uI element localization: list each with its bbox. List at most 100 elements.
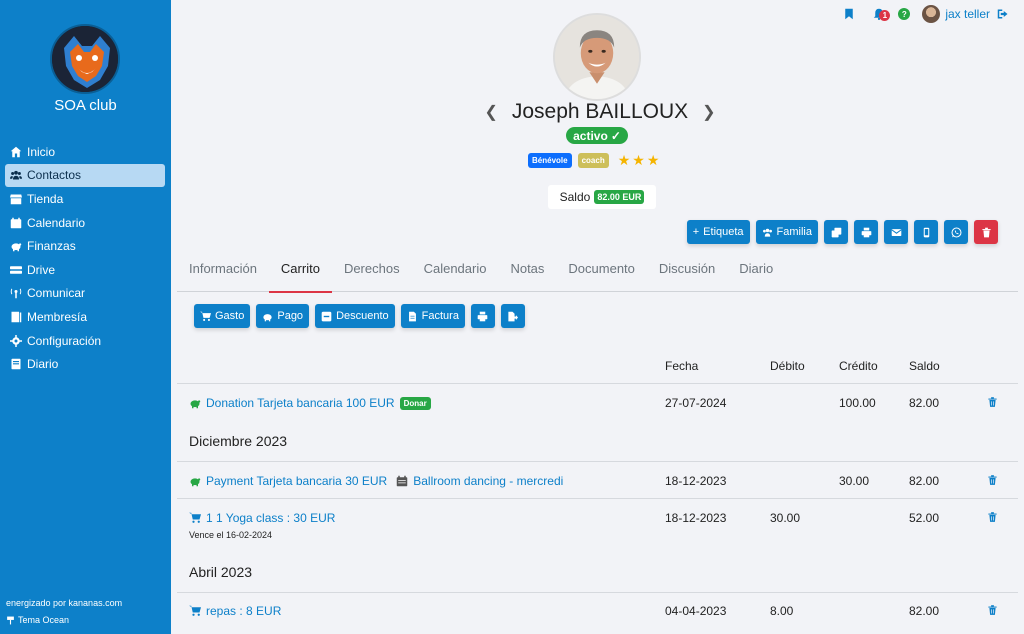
sidebar-item-drive[interactable]: Drive [5,258,165,282]
check-icon: ✓ [610,128,621,143]
logout-icon[interactable] [996,7,1010,21]
export-cart-button[interactable] [500,304,525,328]
star-icon: ★ [632,152,645,168]
family-button[interactable]: Familia [755,220,818,244]
envelope-icon [890,228,902,236]
store-icon [9,193,23,205]
tab-diario[interactable]: Diario [727,257,785,292]
sidebar-item-diario[interactable]: Diario [5,352,165,376]
sidebar-item-membresia[interactable]: Membresía [5,305,165,329]
row-description[interactable]: Payment Tarjeta bancaria 30 EUR Ballroom… [189,474,563,488]
sidebar-item-inicio[interactable]: Inicio [5,140,165,164]
gear-icon [9,334,23,347]
duplicate-button[interactable] [824,220,848,244]
header-fecha: Fecha [665,359,699,373]
add-payment-button[interactable]: Pago [256,304,310,328]
sidebar-item-calendario[interactable]: Calendario [5,211,165,235]
tab-calendario[interactable]: Calendario [412,257,499,292]
tab-informacion[interactable]: Información [177,257,269,292]
add-tag-label: Etiqueta [703,226,744,238]
trash-icon[interactable] [987,396,998,411]
sidebar: SOA club Inicio Contactos Tienda Calenda… [0,0,171,634]
sidebar-item-label: Contactos [27,168,82,183]
trash-icon[interactable] [987,474,998,489]
sidebar-item-finanzas[interactable]: Finanzas [5,234,165,258]
notification-count: 1 [879,10,891,21]
calendar-icon [9,217,23,229]
drive-icon [9,264,23,276]
status-label: activo [573,128,608,143]
row-date: 18-12-2023 [665,511,727,525]
print-cart-button[interactable] [470,304,495,328]
sidebar-item-label: Configuración [27,333,102,348]
row-due-date: Vence el 16-02-2024 [189,530,273,540]
email-button[interactable] [884,220,908,244]
sidebar-item-configuracion[interactable]: Configuración [5,329,165,353]
tab-documento[interactable]: Documento [556,257,646,292]
contact-actions: + Etiqueta Familia [686,220,998,244]
tab-carrito[interactable]: Carrito [268,257,332,293]
bookmark-icon[interactable] [842,7,856,21]
contact-name-row: ❮ Joseph BAILLOUX ❯ [480,100,720,124]
sidebar-item-tienda[interactable]: Tienda [5,187,165,211]
divider [177,498,1018,499]
row-balance: 82.00 [909,396,940,410]
user-avatar[interactable] [922,5,941,23]
users-icon [762,228,772,237]
trash-icon[interactable] [987,511,998,526]
broadcast-icon [9,287,23,299]
users-icon [9,169,23,181]
sidebar-item-label: Inicio [27,144,56,159]
club-logo[interactable] [50,24,120,94]
print-icon [861,227,871,237]
tab-discusion[interactable]: Discusión [647,257,727,292]
trash-icon[interactable] [987,604,998,619]
cart-icon [200,311,211,321]
row-description[interactable]: 1 1 Yoga class : 30 EUR [189,511,335,525]
club-name: SOA club [54,97,117,114]
star-icon: ★ [617,152,631,168]
tag-benevole[interactable]: Bénévole [528,153,572,168]
theme-selector[interactable]: Tema Ocean [6,615,69,625]
row-description[interactable]: Donation Tarjeta bancaria 100 EUR Donar [189,396,431,410]
sidebar-item-label: Drive [27,262,56,277]
chevron-left-icon[interactable]: ❮ [484,102,497,122]
print-icon [478,311,488,321]
balance-value: 82.00 EUR [594,190,645,204]
family-label: Familia [776,226,812,238]
help-icon[interactable]: ? [898,8,911,20]
piggy-bank-icon [190,478,201,487]
invoice-button[interactable]: Factura [400,304,465,328]
tag-coach[interactable]: coach [577,153,609,168]
sidebar-item-label: Comunicar [27,286,86,301]
delete-contact-button[interactable] [974,220,998,244]
row-balance: 82.00 [909,474,940,488]
row-credit: 100.00 [839,396,876,410]
print-button[interactable] [854,220,878,244]
sidebar-item-comunicar[interactable]: Comunicar [5,282,165,306]
row-balance: 82.00 [909,604,940,618]
rating-stars[interactable]: ★ ★ ★ [618,152,660,169]
username[interactable]: jax teller [945,7,990,21]
sidebar-item-contactos[interactable]: Contactos [5,163,165,188]
file-export-icon [508,311,519,321]
divider [177,461,1018,462]
powered-by[interactable]: energizado por kananas.com [6,598,122,608]
add-tag-button[interactable]: + Etiqueta [686,220,750,244]
tab-derechos[interactable]: Derechos [332,257,412,292]
book-icon [9,311,23,323]
row-description[interactable]: repas : 8 EUR [189,604,281,618]
add-expense-button[interactable]: Gasto [194,304,251,328]
balance-box: Saldo 82.00 EUR [548,185,656,209]
chevron-right-icon[interactable]: ❯ [702,102,715,122]
invoice-icon [408,311,416,321]
header-credito: Crédito [839,359,878,373]
whatsapp-button[interactable] [944,220,968,244]
tab-notas[interactable]: Notas [498,257,556,292]
add-discount-button[interactable]: Descuento [315,304,395,328]
discount-label: Descuento [336,310,389,322]
sidebar-item-label: Tienda [27,191,64,206]
row-balance: 52.00 [909,511,940,525]
sms-button[interactable] [914,220,938,244]
bell-icon[interactable]: 1 [872,7,891,21]
